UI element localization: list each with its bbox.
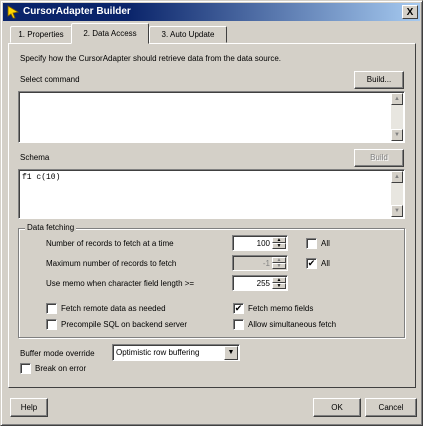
records-to-fetch-spinner[interactable]: 100 ▲ ▼ [232, 235, 288, 251]
schema-text: f1 c(10) [22, 173, 61, 182]
select-command-input[interactable]: ▲ ▼ [18, 91, 405, 143]
tab-data-access[interactable]: 2. Data Access [71, 23, 149, 44]
close-button[interactable]: X [402, 5, 418, 19]
cursor-adapter-icon [7, 5, 20, 19]
cancel-button[interactable]: Cancel [365, 398, 417, 417]
chevron-down-icon[interactable]: ▼ [224, 346, 238, 360]
records-to-fetch-label: Number of records to fetch at a time [46, 239, 174, 248]
records-all-checkbox[interactable] [306, 238, 317, 249]
break-on-error-checkbox[interactable] [20, 363, 31, 374]
fetch-memo-checkbox[interactable]: ✔ [233, 303, 244, 314]
spin-down-icon[interactable]: ▼ [272, 283, 286, 289]
max-records-all-checkbox[interactable]: ✔ [306, 258, 317, 269]
max-records-label: Maximum number of records to fetch [46, 259, 177, 268]
use-memo-spinner[interactable]: 255 ▲ ▼ [232, 275, 288, 291]
ok-button[interactable]: OK [313, 398, 361, 417]
scroll-down-icon[interactable]: ▼ [391, 129, 403, 141]
select-command-label: Select command [20, 75, 80, 84]
data-fetching-legend: Data fetching [25, 223, 77, 232]
description-text: Specify how the CursorAdapter should ret… [20, 54, 282, 63]
help-button[interactable]: Help [10, 398, 48, 417]
fetch-memo-label: Fetch memo fields [248, 304, 314, 313]
fetch-remote-checkbox[interactable] [46, 303, 57, 314]
allow-simultaneous-label: Allow simultaneous fetch [248, 320, 337, 329]
break-on-error-label: Break on error [35, 364, 87, 373]
select-command-scrollbar[interactable]: ▲ ▼ [391, 93, 403, 141]
schema-scrollbar[interactable]: ▲ ▼ [391, 171, 403, 217]
use-memo-label: Use memo when character field length >= [46, 279, 195, 288]
tab-properties[interactable]: 1. Properties [10, 26, 72, 43]
use-memo-value: 255 [256, 279, 270, 288]
allow-simultaneous-checkbox[interactable] [233, 319, 244, 330]
buffer-mode-value: Optimistic row buffering [116, 348, 200, 357]
fetch-remote-label: Fetch remote data as needed [61, 304, 166, 313]
window-title: CursorAdapter Builder [23, 6, 131, 17]
spin-down-icon[interactable]: ▼ [272, 263, 286, 269]
max-records-value: -1 [262, 259, 270, 268]
buffer-mode-select[interactable]: Optimistic row buffering ▼ [112, 344, 240, 361]
records-all-label: All [321, 239, 330, 248]
records-to-fetch-value: 100 [256, 239, 270, 248]
build-schema-button[interactable]: Build [354, 149, 404, 167]
max-records-spinner[interactable]: -1 ▲ ▼ [232, 255, 288, 271]
precompile-label: Precompile SQL on backend server [61, 320, 187, 329]
dialog-window: CursorAdapter Builder X 1. Properties 2.… [0, 0, 423, 426]
precompile-checkbox[interactable] [46, 319, 57, 330]
spin-down-icon[interactable]: ▼ [272, 243, 286, 249]
schema-input[interactable]: f1 c(10) ▲ ▼ [18, 169, 405, 219]
build-select-button[interactable]: Build... [354, 71, 404, 89]
title-bar[interactable]: CursorAdapter Builder X [3, 3, 420, 21]
max-records-all-label: All [321, 259, 330, 268]
buffer-mode-label: Buffer mode override [20, 349, 95, 358]
scroll-up-icon[interactable]: ▲ [391, 93, 403, 105]
tab-auto-update[interactable]: 3. Auto Update [149, 26, 227, 43]
schema-label: Schema [20, 153, 50, 162]
scroll-up-icon[interactable]: ▲ [391, 171, 403, 183]
scroll-down-icon[interactable]: ▼ [391, 205, 403, 217]
